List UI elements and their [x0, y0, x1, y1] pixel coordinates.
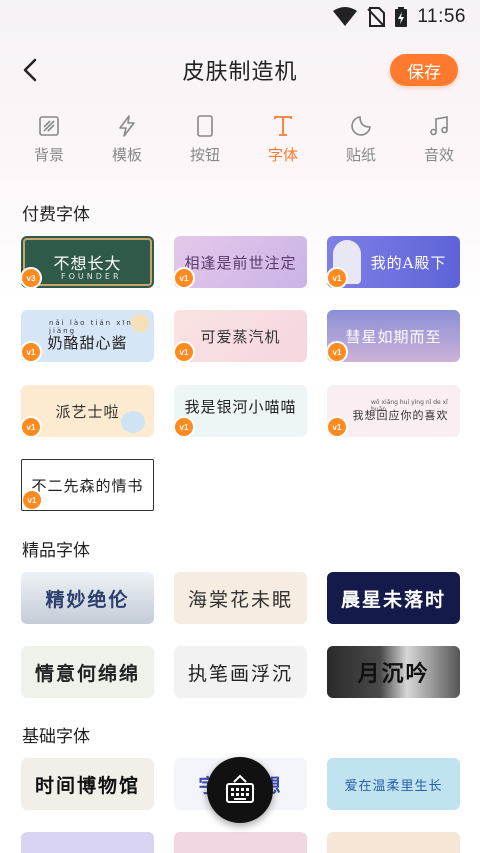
font-sample: 时间博物馆 — [34, 774, 140, 797]
font-sample: 不二先森的情书 — [31, 476, 144, 495]
font-card[interactable]: 可爱蒸汽机 v1 — [174, 310, 307, 362]
font-sample: 我是银河小喵喵 — [184, 397, 297, 416]
font-card[interactable]: 相逢是前世注定 v1 — [174, 236, 307, 288]
font-sample: 我想回应你的喜欢 — [352, 409, 449, 422]
tab-sound[interactable]: 音效 — [400, 114, 478, 174]
font-card[interactable]: 爱在温柔里生长 — [327, 758, 460, 810]
font-card[interactable] — [327, 832, 460, 853]
font-sample: 晨星未落时 — [340, 588, 446, 611]
button-icon — [197, 115, 213, 137]
font-card[interactable]: 时间博物馆 — [21, 758, 154, 810]
font-sample: 月沉吟 — [357, 661, 430, 687]
vip-badge: v1 — [327, 416, 348, 437]
vip-badge: v1 — [327, 341, 348, 362]
font-card[interactable]: 不二先森的情书 v1 — [21, 459, 154, 511]
font-card[interactable]: 我是银河小喵喵 v1 — [174, 385, 307, 437]
font-sample: 不想长大 — [53, 254, 122, 273]
font-card[interactable]: 不想长大 FOUNDER v3 — [21, 236, 154, 288]
template-icon — [119, 115, 135, 137]
font-icon — [274, 116, 292, 136]
tab-button[interactable]: 按钮 — [166, 114, 244, 174]
vip-badge: v1 — [174, 416, 195, 437]
font-card[interactable]: 海棠花未眠 — [174, 572, 307, 624]
tab-label: 音效 — [423, 146, 454, 164]
vip-badge: v1 — [327, 267, 348, 288]
category-tabs: 背景 模板 按钮 字体 贴纸 音效 — [0, 114, 480, 174]
font-sample: 执笔画浮沉 — [187, 662, 293, 685]
background-icon — [39, 116, 59, 136]
vip-badge: v3 — [21, 267, 42, 288]
save-button[interactable]: 保存 — [390, 54, 458, 86]
section-title-basic: 基础字体 — [22, 727, 90, 747]
font-card[interactable]: 派艺士啦 v1 — [21, 385, 154, 437]
font-sample-sub: FOUNDER — [61, 272, 122, 281]
font-sample: 情意何绵绵 — [34, 662, 140, 685]
status-time: 11:56 — [417, 6, 466, 27]
tab-template[interactable]: 模板 — [88, 114, 166, 174]
font-sample: 相逢是前世注定 — [184, 253, 297, 272]
font-sample: 彗星如期而至 — [345, 327, 442, 346]
font-card[interactable] — [174, 832, 307, 853]
font-card[interactable]: 彗星如期而至 v1 — [327, 310, 460, 362]
header: 皮肤制造机 保存 — [0, 44, 480, 96]
font-sample: 派艺士啦 — [55, 402, 120, 421]
font-card[interactable]: 我的A殿下 v1 — [327, 236, 460, 288]
chevron-left-icon — [23, 58, 37, 82]
font-sample: 精妙绝伦 — [45, 588, 130, 611]
font-card[interactable]: nǎi lào tián xīn jiàng 奶酪甜心酱 v1 — [21, 310, 154, 362]
font-card[interactable]: 精妙绝伦 — [21, 572, 154, 624]
tab-background[interactable]: 背景 — [10, 114, 88, 174]
vip-badge: v1 — [21, 341, 42, 362]
font-sample: 爱在温柔里生长 — [344, 778, 443, 794]
vip-badge: v1 — [21, 416, 42, 437]
font-card[interactable]: wǒ xiǎng huí yìng nǐ de xǐ huān 我想回应你的喜欢… — [327, 385, 460, 437]
no-sim-icon — [367, 7, 386, 27]
section-title-premium: 精品字体 — [22, 541, 90, 561]
tab-label: 贴纸 — [345, 146, 376, 164]
vip-badge: v1 — [174, 341, 195, 362]
tab-font[interactable]: 字体 — [244, 114, 322, 174]
font-sample: 奶酪甜心酱 — [47, 333, 128, 352]
font-sample: 我的A殿下 — [370, 253, 447, 272]
keyboard-icon — [226, 774, 254, 803]
font-card[interactable]: 情意何绵绵 — [21, 646, 154, 698]
sticker-icon — [351, 116, 371, 136]
section-title-paid: 付费字体 — [22, 205, 90, 225]
battery-icon — [395, 7, 408, 27]
font-card[interactable]: 晨星未落时 — [327, 572, 460, 624]
font-card[interactable]: 执笔画浮沉 — [174, 646, 307, 698]
font-sample: 可爱蒸汽机 — [200, 327, 281, 346]
tab-label: 按钮 — [189, 146, 220, 164]
font-sample: 海棠花未眠 — [187, 588, 293, 611]
page-title: 皮肤制造机 — [182, 60, 298, 85]
vip-badge: v1 — [174, 267, 195, 288]
tab-label: 模板 — [111, 146, 142, 164]
wifi-icon — [333, 7, 358, 26]
tab-sticker[interactable]: 贴纸 — [322, 114, 400, 174]
font-card[interactable]: 月沉吟 — [327, 646, 460, 698]
status-bar: 11:56 — [0, 0, 480, 34]
font-card[interactable] — [21, 832, 154, 853]
tab-label: 字体 — [267, 146, 298, 164]
vip-badge: v1 — [22, 489, 43, 510]
back-button[interactable] — [14, 54, 46, 86]
tab-label: 背景 — [33, 146, 64, 164]
keyboard-button[interactable] — [207, 757, 273, 823]
sound-icon — [430, 116, 448, 136]
